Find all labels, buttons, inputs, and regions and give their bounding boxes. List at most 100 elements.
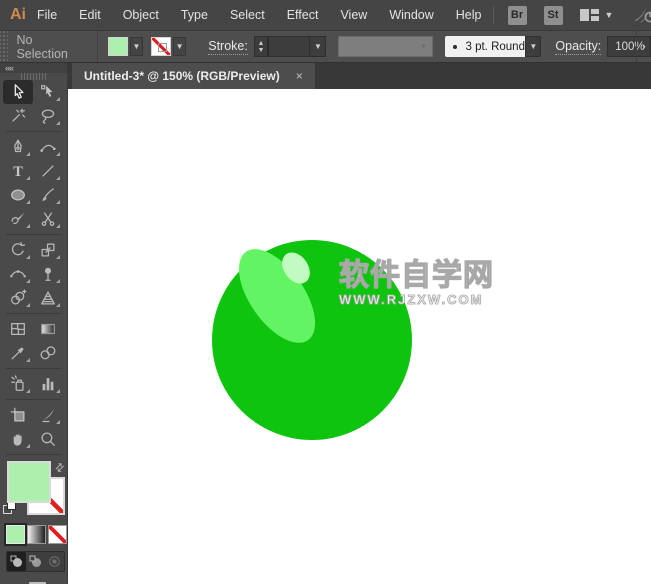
tool-group-divider [6, 234, 61, 235]
draw-normal-button[interactable] [7, 552, 26, 571]
menu-item-select[interactable]: Select [219, 8, 276, 22]
tool-row [0, 183, 67, 207]
fill-dropdown-button[interactable]: ▼ [130, 37, 143, 56]
opacity-label[interactable]: Opacity: [555, 39, 601, 55]
brush-definition-value: 3 pt. Round [466, 41, 525, 53]
drawing-modes [6, 551, 65, 572]
gradient-tool[interactable] [33, 317, 63, 341]
draw-behind-button[interactable] [26, 552, 45, 571]
stroke-weight-label[interactable]: Stroke: [208, 39, 248, 55]
menu-item-type[interactable]: Type [170, 8, 219, 22]
tool-group-divider [6, 454, 61, 455]
control-bar-grip[interactable] [0, 31, 8, 62]
perspective-grid-tool[interactable] [33, 286, 63, 310]
none-button[interactable] [48, 525, 67, 544]
stroke-color-swatch[interactable] [151, 37, 171, 56]
fill-swatch-large[interactable] [7, 461, 51, 503]
stepper-down-icon: ▼ [257, 47, 264, 54]
tool-row [0, 372, 67, 396]
divider [97, 31, 98, 62]
curvature-tool[interactable] [33, 135, 63, 159]
menu-item-window[interactable]: Window [378, 8, 444, 22]
draw-normal-icon [10, 555, 23, 568]
stroke-dropdown-button[interactable]: ▼ [173, 37, 186, 56]
stepper-up-icon: ▲ [257, 40, 264, 47]
document-tab[interactable]: Untitled-3* @ 150% (RGB/Preview) × [72, 63, 315, 89]
tool-grid: T [0, 80, 67, 458]
brush-definition-dropdown[interactable]: 3 pt. Round [445, 36, 526, 57]
brush-dropdown-button[interactable]: ▼ [525, 36, 541, 57]
collapse-panel-icon: «« [5, 63, 13, 73]
tools-panel-grip[interactable] [0, 73, 67, 80]
default-fill-stroke-icon[interactable] [3, 501, 19, 515]
menu-item-effect[interactable]: Effect [276, 8, 330, 22]
selection-tool[interactable] [3, 80, 33, 104]
swap-fill-stroke-icon[interactable]: ⇄ [52, 460, 68, 476]
stroke-weight-stepper[interactable]: ▲ ▼ [254, 36, 268, 57]
ellipse-tool[interactable] [3, 183, 33, 207]
menu-item-file[interactable]: File [26, 8, 68, 22]
menu-item-help[interactable]: Help [445, 8, 493, 22]
eyedropper-tool[interactable] [3, 341, 33, 365]
gpu-performance-icon[interactable] [633, 6, 651, 24]
artboard-canvas[interactable]: 软件自学网 WWW.RJZXW.COM [68, 89, 651, 584]
column-graph-tool[interactable] [33, 372, 63, 396]
paintbrush-tool[interactable] [33, 183, 63, 207]
blend-tool[interactable] [33, 341, 63, 365]
mesh-tool[interactable] [3, 317, 33, 341]
chevron-down-icon: ▼ [176, 42, 184, 51]
screen-mode-button[interactable] [20, 580, 48, 584]
lasso-tool[interactable] [33, 104, 63, 128]
tool-row [0, 135, 67, 159]
tool-row [0, 207, 67, 231]
control-bar-overflow-button[interactable]: › [636, 31, 651, 62]
tool-group-divider [6, 131, 61, 132]
scissors-tool[interactable] [33, 207, 63, 231]
stroke-weight-dropdown[interactable]: ▼ [268, 36, 326, 57]
type-tool[interactable]: T [3, 159, 33, 183]
draw-inside-button [45, 552, 64, 571]
shaper-tool[interactable] [3, 207, 33, 231]
hand-tool[interactable] [3, 427, 33, 451]
stock-button[interactable]: St [544, 6, 563, 25]
tool-row [0, 317, 67, 341]
workspace-switcher[interactable]: ▼ [580, 8, 614, 22]
scale-tool[interactable] [33, 238, 63, 262]
menu-separator [493, 6, 494, 24]
workspace-layout-icon [580, 8, 599, 22]
direct-selection-tool[interactable] [33, 80, 63, 104]
rotate-tool[interactable] [3, 238, 33, 262]
tool-row [0, 286, 67, 310]
menu-items: FileEditObjectTypeSelectEffectViewWindow… [26, 8, 493, 22]
magic-wand-tool[interactable] [3, 104, 33, 128]
chevron-down-icon: ▼ [309, 37, 325, 56]
tools-panel-header[interactable]: «« [0, 63, 67, 73]
tool-row [0, 427, 67, 451]
shape-builder-tool[interactable] [3, 286, 33, 310]
fill-color-swatch[interactable] [108, 37, 128, 56]
chevron-down-icon: ▼ [605, 10, 614, 20]
menu-item-edit[interactable]: Edit [68, 8, 112, 22]
bridge-button[interactable]: Br [508, 6, 527, 25]
width-tool[interactable] [3, 262, 33, 286]
symbol-sprayer-tool[interactable] [3, 372, 33, 396]
color-button[interactable] [6, 525, 25, 544]
pen-tool[interactable] [3, 135, 33, 159]
glossy-ball-artwork[interactable] [68, 89, 651, 584]
app-logo: Ai [10, 6, 26, 24]
line-segment-tool[interactable] [33, 159, 63, 183]
menu-item-view[interactable]: View [329, 8, 378, 22]
tool-row: T [0, 159, 67, 183]
tool-group-divider [6, 368, 61, 369]
artboard-tool[interactable] [3, 403, 33, 427]
menu-item-object[interactable]: Object [112, 8, 170, 22]
width-profile-dropdown: ▼ [338, 36, 432, 57]
puppet-warp-tool[interactable] [33, 262, 63, 286]
slice-tool[interactable] [33, 403, 63, 427]
color-type-buttons [0, 525, 67, 544]
selection-status: No Selection [16, 33, 83, 61]
zoom-tool[interactable] [33, 427, 63, 451]
gradient-button[interactable] [27, 525, 46, 544]
tab-close-icon[interactable]: × [296, 69, 303, 83]
screen-mode-icon [20, 580, 48, 584]
